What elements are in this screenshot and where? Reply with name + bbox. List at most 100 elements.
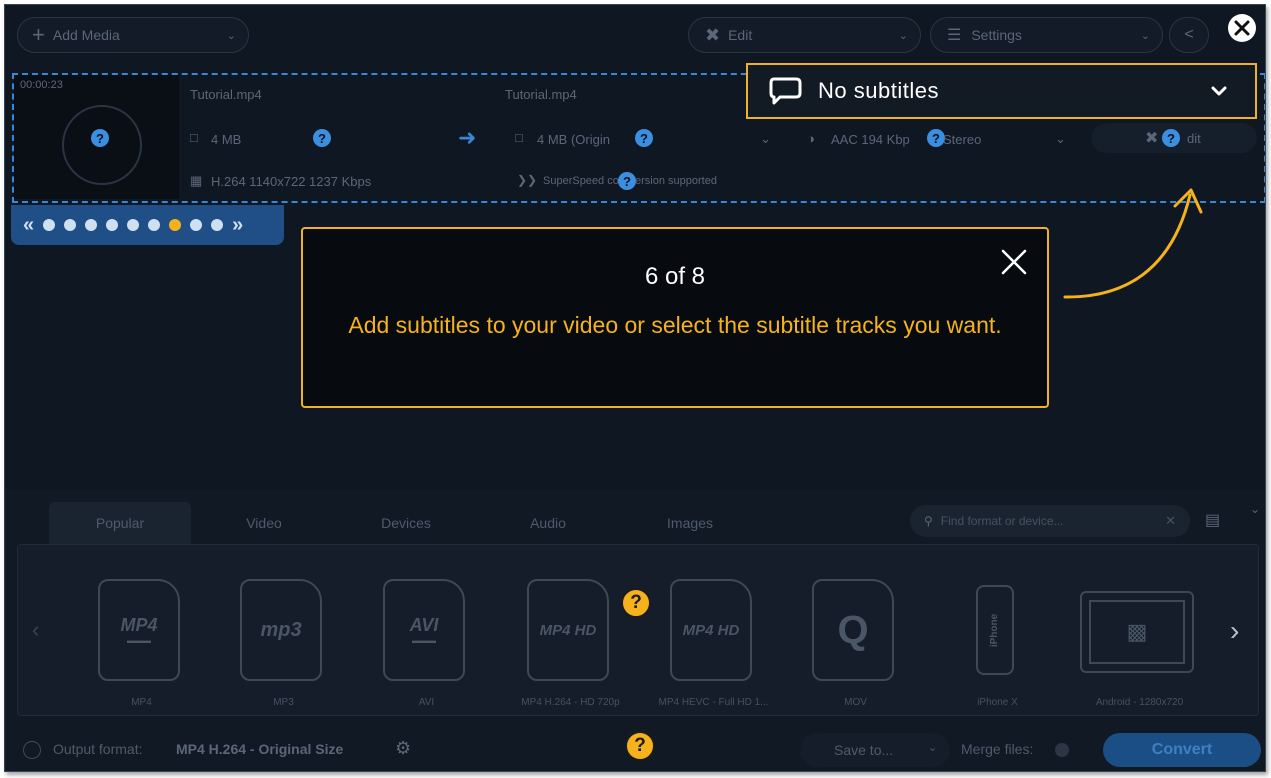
file-icon: □ [515, 130, 523, 145]
format-settings-icon[interactable]: ▤ [1205, 510, 1220, 530]
superspeed-icon: ❯❯ [517, 173, 538, 187]
chevron-down-icon: ⌄ [226, 29, 236, 42]
progress-dot-current[interactable] [169, 219, 182, 231]
app-window: + Add Media ⌄ ✖ Edit ⌄ ☰ Settings ⌄ < 00… [4, 4, 1266, 772]
chevron-down-icon: ⌄ [898, 29, 908, 42]
subtitles-value: No subtitles [818, 78, 939, 103]
gear-icon[interactable]: ⚙ [395, 738, 411, 759]
speech-bubble-icon [769, 77, 802, 105]
tab-audio[interactable]: Audio [477, 502, 619, 544]
output-file-size[interactable]: 4 MB (Origin [537, 132, 610, 147]
output-file-name: Tutorial.mp4 [505, 87, 577, 102]
output-format-icon [23, 741, 41, 759]
scissors-icon: ✖ [1145, 130, 1159, 147]
settings-button[interactable]: ☰ Settings ⌄ [930, 17, 1163, 53]
format-mp4-hd-720p[interactable]: MP4 HD MP4 H.264 - HD 720p [503, 567, 638, 717]
help-icon[interactable]: ? [635, 129, 653, 147]
help-icon[interactable]: ? [313, 129, 331, 147]
format-label: AVI [418, 697, 435, 708]
tour-progress: « » [11, 205, 284, 245]
help-icon[interactable]: ? [625, 731, 655, 761]
clear-icon[interactable]: ✕ [1165, 513, 1176, 529]
mp3-icon: mp3 [240, 579, 322, 681]
settings-label: Settings [971, 27, 1022, 43]
help-icon[interactable]: ? [1162, 129, 1180, 147]
video-info-icon: ▦ [190, 173, 203, 188]
file-icon: □ [190, 130, 198, 145]
close-icon[interactable] [999, 247, 1029, 277]
format-mp4-hevc[interactable]: MP4 HD MP4 HEVC - Full HD 1... [646, 567, 781, 717]
close-tour-button[interactable] [1228, 14, 1256, 42]
add-media-button[interactable]: + Add Media ⌄ [17, 17, 249, 53]
add-media-label: Add Media [52, 27, 120, 43]
progress-dot[interactable] [43, 219, 56, 231]
format-label: Android - 1280x720 [1095, 697, 1184, 708]
settings-icon: ☰ [947, 27, 962, 44]
superspeed-label-tail: ersion supported [635, 175, 717, 187]
help-icon[interactable]: ? [621, 588, 651, 618]
next-step-icon[interactable]: » [232, 214, 243, 237]
avi-icon: AVI ▬▬▬ [383, 579, 465, 681]
tab-images[interactable]: Images [619, 502, 761, 544]
progress-dot[interactable] [64, 219, 77, 231]
progress-dot[interactable] [127, 219, 140, 231]
format-label: MP4 HEVC - Full HD 1... [658, 697, 769, 708]
scroll-right-icon[interactable]: › [1230, 615, 1239, 647]
search-placeholder: Find format or device... [940, 514, 1064, 528]
mp4-hd-icon: MP4 HD [527, 579, 609, 681]
audio-channels: Stereo [943, 132, 982, 147]
format-search[interactable]: ⚲ Find format or device... ✕ [910, 505, 1190, 537]
progress-dot[interactable] [106, 219, 119, 231]
collapse-icon[interactable]: ⌄ [1250, 502, 1260, 516]
tab-popular[interactable]: Popular [49, 502, 191, 544]
convert-button[interactable]: Convert [1103, 733, 1261, 767]
save-to-label: Save to... [834, 742, 894, 758]
source-file-size: 4 MB [211, 132, 242, 147]
format-section: Popular Video Devices Audio Images ⚲ Fin… [5, 490, 1265, 771]
progress-dot[interactable] [190, 219, 203, 231]
previous-step-icon[interactable]: « [23, 214, 34, 237]
progress-dot[interactable] [211, 219, 224, 231]
help-icon[interactable]: ? [618, 172, 636, 190]
quicktime-icon: Q [812, 579, 894, 681]
merge-files-toggle[interactable] [1055, 743, 1069, 757]
progress-dot[interactable] [148, 219, 161, 231]
audio-icon: ◑ [807, 131, 815, 146]
merge-files-label: Merge files: [961, 741, 1034, 757]
format-mov[interactable]: Q MOV [788, 567, 923, 717]
search-icon: ⚲ [924, 514, 933, 528]
share-button[interactable]: < [1169, 17, 1209, 53]
chevron-down-icon: ⌄ [1140, 29, 1150, 42]
chevron-down-icon[interactable]: ⌄ [760, 131, 771, 147]
format-label: MOV [844, 697, 867, 708]
android-icon: ▩ [1080, 591, 1194, 673]
share-icon: < [1184, 26, 1194, 43]
tour-step-counter: 6 of 8 [644, 263, 706, 290]
scroll-left-icon[interactable]: ‹ [32, 617, 39, 643]
duration-label: 00:00:23 [20, 79, 63, 91]
edit-button[interactable]: ✖ Edit ⌄ [688, 17, 921, 53]
tab-video[interactable]: Video [193, 502, 335, 544]
format-mp4[interactable]: MP4 ▬▬▬ MP4 [74, 567, 209, 717]
help-icon[interactable]: ? [91, 129, 109, 147]
arrow-right-icon: ➜ [458, 125, 477, 150]
format-label: MP4 [131, 697, 152, 708]
format-android[interactable]: ▩ Android - 1280x720 [1072, 567, 1207, 717]
file-edit-label: dit [1187, 131, 1201, 146]
format-iphone-x[interactable]: iPhone iPhone X [930, 567, 1065, 717]
output-format-value[interactable]: MP4 H.264 - Original Size [176, 741, 343, 757]
progress-dot[interactable] [85, 219, 98, 231]
audio-info[interactable]: AAC 194 Kbp [831, 132, 910, 147]
tour-message: Add subtitles to your video or select th… [348, 312, 1002, 338]
subtitles-dropdown[interactable]: No subtitles [746, 63, 1257, 119]
format-mp3[interactable]: mp3 MP3 [216, 567, 351, 717]
format-label: MP3 [273, 697, 294, 708]
tour-tooltip: 6 of 8 Add subtitles to your video or se… [301, 227, 1049, 408]
tab-devices[interactable]: Devices [335, 502, 477, 544]
chevron-down-icon[interactable]: ⌄ [1055, 131, 1066, 147]
format-avi[interactable]: AVI ▬▬▬ AVI [359, 567, 494, 717]
save-to-button[interactable]: Save to... ⌄ [800, 733, 950, 767]
chevron-down-icon [1211, 86, 1227, 96]
source-file-name: Tutorial.mp4 [190, 87, 262, 102]
plus-icon: + [32, 22, 45, 47]
